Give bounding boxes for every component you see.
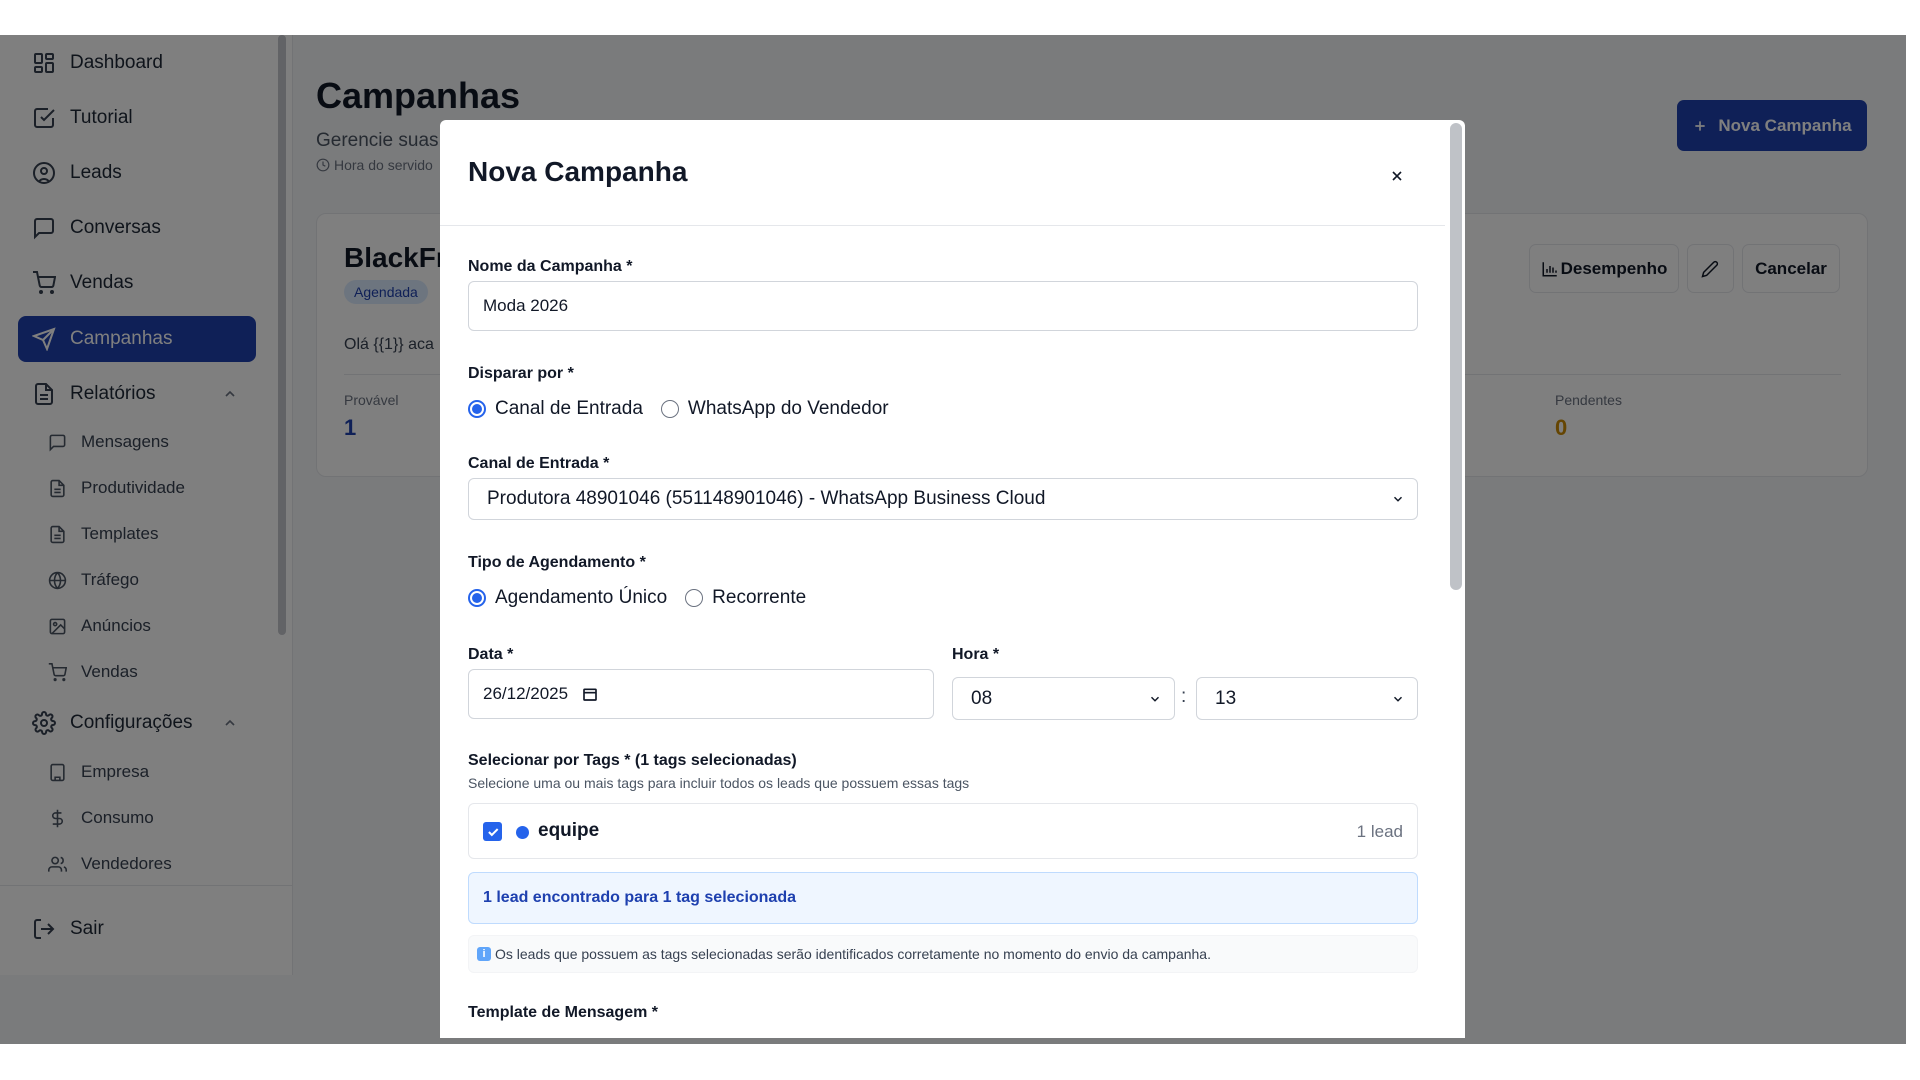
date-label: Data * xyxy=(468,646,514,663)
schedule-type-label: Tipo de Agendamento * xyxy=(468,554,646,571)
tag-row[interactable]: equipe 1 lead xyxy=(468,803,1418,859)
time-label: Hora * xyxy=(952,646,1000,663)
channel-select[interactable]: Produtora 48901046 (551148901046) - What… xyxy=(468,478,1418,520)
modal-scrollbar[interactable] xyxy=(1450,123,1462,590)
leads-found-text: 1 lead encontrado para 1 tag selecionada xyxy=(483,889,796,906)
tags-note-text: Os leads que possuem as tags selecionada… xyxy=(495,946,1211,962)
campaign-name-label: Nome da Campanha * xyxy=(468,258,633,275)
campaign-name-value: Moda 2026 xyxy=(483,296,569,315)
channel-select-value: Produtora 48901046 (551148901046) - What… xyxy=(487,488,1046,509)
app-window: Dashboard Tutorial Leads Conversas Venda… xyxy=(0,35,1906,1044)
campaign-name-input[interactable]: Moda 2026 xyxy=(468,281,1418,331)
schedule-option-label: Agendamento Único xyxy=(495,587,668,608)
trigger-label: Disparar por * xyxy=(468,365,574,382)
trigger-option-label: Canal de Entrada xyxy=(495,398,643,419)
schedule-radio-recorrente[interactable] xyxy=(685,589,704,607)
trigger-radio-canal[interactable] xyxy=(468,400,486,418)
tags-label: Selecionar por Tags * (1 tags selecionad… xyxy=(468,752,797,769)
tags-hint: Selecione uma ou mais tags para incluir … xyxy=(468,775,970,791)
trigger-radio-group: Canal de Entrada WhatsApp do Vendedor xyxy=(468,398,889,420)
schedule-radio-unico[interactable] xyxy=(468,589,486,607)
chevron-down-icon xyxy=(1393,496,1403,502)
check-icon xyxy=(487,827,498,836)
date-value: 26/12/2025 xyxy=(483,684,569,703)
trigger-radio-whatsapp[interactable] xyxy=(660,400,679,418)
channel-label: Canal de Entrada * xyxy=(468,455,610,472)
trigger-option-label: WhatsApp do Vendedor xyxy=(687,398,889,419)
top-band xyxy=(0,0,1920,35)
tag-name: equipe xyxy=(538,820,600,841)
tag-lead-count: 1 lead xyxy=(1356,822,1403,841)
schedule-radio-group: Agendamento Único Recorrente xyxy=(468,587,806,609)
info-icon: i xyxy=(477,947,491,961)
leads-found-box: 1 lead encontrado para 1 tag selecionada xyxy=(468,872,1418,924)
tag-color-dot xyxy=(516,826,529,839)
hour-select[interactable]: 08 xyxy=(952,677,1175,720)
chevron-down-icon xyxy=(1150,696,1160,702)
hour-value: 08 xyxy=(971,687,993,709)
tags-note: i Os leads que possuem as tags seleciona… xyxy=(468,935,1418,973)
modal-header: Nova Campanha xyxy=(440,120,1445,226)
new-campaign-modal: Nova Campanha Nome da Campanha * Moda 20… xyxy=(440,120,1465,1038)
date-input[interactable]: 26/12/2025 xyxy=(468,669,934,719)
minute-value: 13 xyxy=(1215,687,1237,709)
time-separator: : xyxy=(1181,686,1187,707)
template-label: Template de Mensagem * xyxy=(468,1004,658,1021)
calendar-icon[interactable] xyxy=(582,686,598,702)
tag-checkbox[interactable] xyxy=(483,822,502,841)
close-button[interactable] xyxy=(1384,163,1410,189)
chevron-down-icon xyxy=(1393,696,1403,702)
minute-select[interactable]: 13 xyxy=(1196,677,1418,720)
bottom-band xyxy=(0,1044,1920,1080)
schedule-option-label: Recorrente xyxy=(712,587,807,608)
close-icon xyxy=(1392,171,1402,181)
modal-title: Nova Campanha xyxy=(468,156,688,187)
